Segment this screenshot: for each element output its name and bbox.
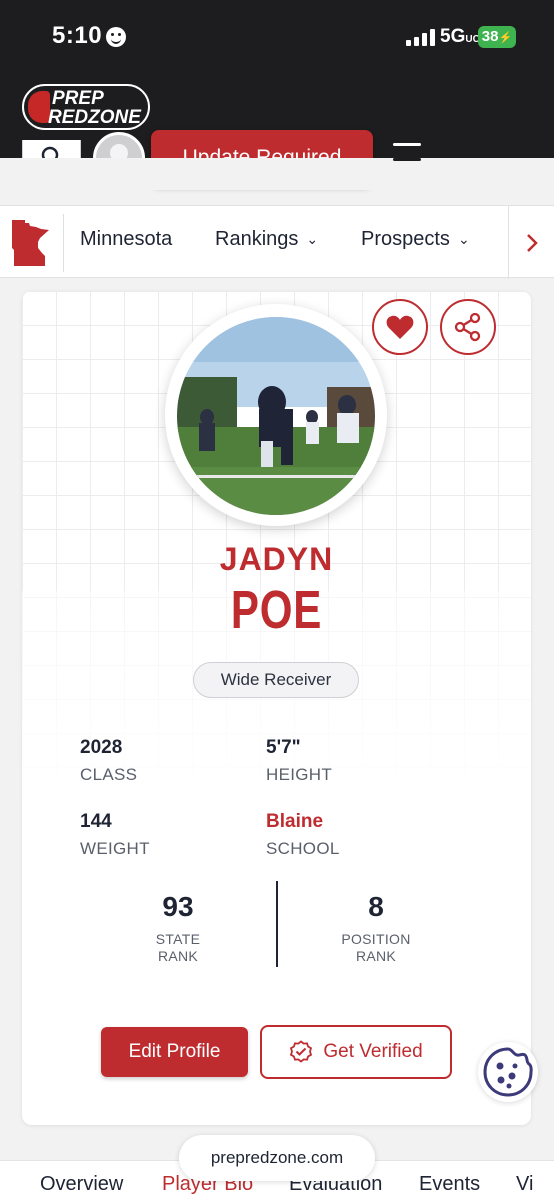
logo-text-bottom: REDZONE: [48, 107, 141, 128]
cookie-settings-button[interactable]: [478, 1042, 538, 1102]
cookie-icon: [483, 1047, 533, 1097]
state-rank-value: 93: [162, 891, 194, 922]
logo-mark: [28, 91, 50, 123]
stat-label: WEIGHT: [80, 839, 150, 858]
tab-overview[interactable]: Overview: [40, 1173, 123, 1196]
url-bar[interactable]: prepredzone.com: [179, 1135, 375, 1181]
hamburger-menu-icon[interactable]: [393, 158, 421, 161]
minnesota-state-icon[interactable]: [12, 220, 50, 266]
nav-item-prospects[interactable]: Prospects ⌄: [361, 228, 470, 251]
share-icon: [454, 312, 481, 342]
tab-videos[interactable]: Vi: [516, 1173, 533, 1196]
prepredzone-logo[interactable]: PREP REDZONE: [22, 84, 150, 130]
heart-icon: [386, 315, 414, 339]
player-first-name: JADYN: [219, 541, 334, 577]
position-rank-label-2: RANK: [355, 948, 397, 964]
nav-item-minnesota[interactable]: Minnesota: [80, 228, 172, 251]
edit-profile-button[interactable]: Edit Profile: [101, 1027, 248, 1077]
position-rank-label: POSITION: [341, 931, 411, 947]
verified-badge-icon: [290, 1040, 313, 1063]
state-navigation: Minnesota Rankings ⌄ Prospects ⌄: [0, 205, 554, 279]
cell-signal-icon: [406, 28, 435, 46]
player-profile-card: JADYN POE Wide Receiver 2028 CLASS 5'7" …: [22, 291, 531, 1125]
nav-scroll-right-button[interactable]: [508, 206, 554, 279]
stat-value: 5'7": [266, 737, 301, 758]
player-last-name: POE: [230, 580, 323, 640]
chevron-down-icon: ⌄: [306, 231, 319, 247]
nav-item-label: Prospects: [361, 228, 450, 250]
rank-divider: [276, 881, 278, 967]
menu-line: [393, 143, 421, 146]
position-rank: 8 POSITION RANK: [296, 891, 456, 965]
stat-label: SCHOOL: [266, 839, 340, 858]
stat-label: HEIGHT: [266, 765, 333, 784]
favorite-button[interactable]: [372, 299, 428, 355]
chevron-right-icon: [526, 233, 538, 252]
position-rank-value: 8: [368, 891, 384, 922]
battery-indicator: 38⚡: [478, 26, 516, 48]
stat-label: CLASS: [80, 765, 138, 784]
state-rank-label-2: RANK: [157, 948, 199, 964]
header-subbar: [0, 158, 554, 190]
position-badge: Wide Receiver: [193, 662, 359, 698]
network-indicator: 5GUC: [440, 26, 480, 48]
network-type: 5G: [440, 26, 466, 47]
get-verified-button[interactable]: Get Verified: [260, 1025, 452, 1079]
player-photo-frame: [165, 304, 387, 526]
state-rank-label: STATE: [155, 931, 201, 947]
chevron-down-icon: ⌄: [457, 231, 470, 247]
stat-class: 2028 CLASS: [80, 737, 137, 785]
school-link[interactable]: Blaine: [266, 811, 340, 833]
tab-events[interactable]: Events: [419, 1173, 480, 1196]
player-photo: [177, 317, 375, 515]
nav-divider: [63, 214, 64, 272]
stat-height: 5'7" HEIGHT: [266, 737, 332, 785]
share-button[interactable]: [440, 299, 496, 355]
focus-mode-icon: [106, 27, 126, 47]
nav-item-label: Minnesota: [80, 228, 173, 250]
battery-level: 38: [481, 28, 499, 45]
status-time: 5:10: [52, 22, 103, 49]
stat-weight: 144 WEIGHT: [80, 811, 150, 859]
stat-value: 2028: [80, 737, 123, 758]
get-verified-label: Get Verified: [323, 1041, 423, 1062]
stat-school[interactable]: Blaine SCHOOL: [266, 811, 340, 859]
state-rank: 93 STATE RANK: [98, 891, 258, 965]
nav-item-label: Rankings: [215, 228, 299, 250]
stat-value: 144: [80, 811, 112, 832]
nav-item-rankings[interactable]: Rankings ⌄: [215, 228, 318, 251]
